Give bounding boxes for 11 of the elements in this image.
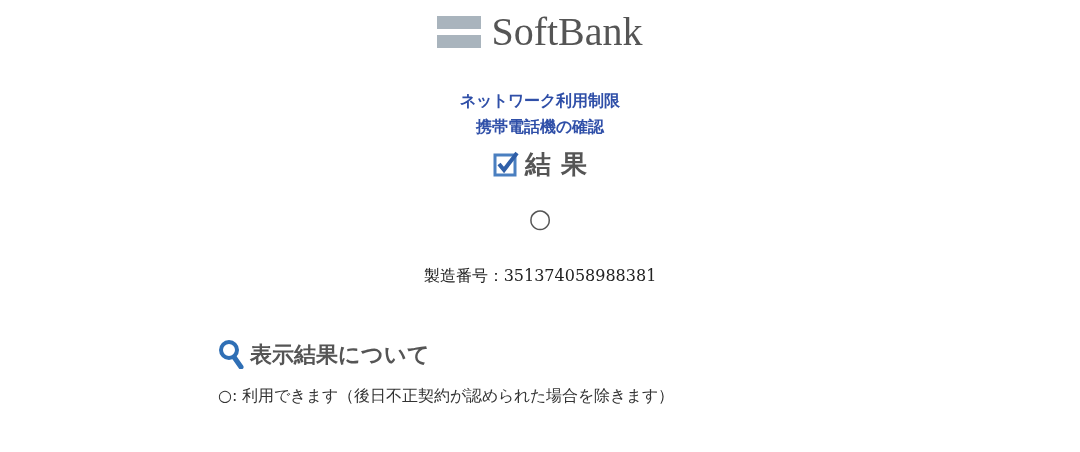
logo-bars-icon: [437, 16, 482, 48]
checkbox-icon: [493, 151, 520, 177]
search-icon: [218, 339, 244, 369]
page-title: ネットワーク利用制限: [460, 90, 620, 112]
result-heading: 結 果: [525, 147, 587, 181]
brand-logo-text: SoftBank: [491, 12, 643, 52]
legend-text: ○: 利用できます（後日不正契約が認められた場合を除きます）: [218, 385, 675, 407]
serial-number: 製造番号：351374058988381: [423, 265, 657, 287]
result-mark: ○: [528, 202, 552, 234]
section-heading: 表示結果について: [250, 340, 430, 369]
page-title: 携帯電話機の確認: [476, 116, 604, 138]
